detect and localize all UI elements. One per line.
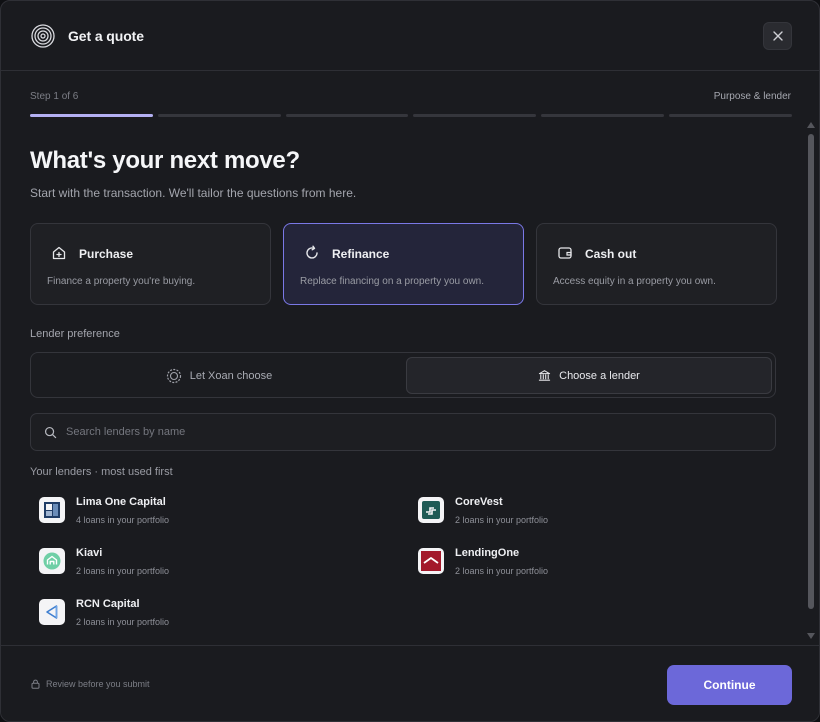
segment-label: Let Xoan choose: [189, 369, 273, 382]
page-heading: What's your next move?: [30, 147, 300, 174]
choose-a-lender-button[interactable]: Choose a lender: [406, 357, 772, 394]
lock-icon: [31, 679, 40, 689]
lender-item-rcn-capital[interactable]: RCN Capital 2 loans in your portfolio: [30, 596, 330, 632]
option-description: Replace financing on a property you own.: [300, 276, 485, 287]
option-description: Finance a property you're buying.: [47, 276, 196, 287]
wallet-icon: [558, 247, 572, 259]
sparkle-ring-icon: [166, 368, 181, 383]
lima-one-logo-icon: [39, 497, 65, 523]
lender-preference-label: Lender preference: [30, 328, 120, 340]
progress-segment: [541, 114, 665, 117]
progress-segment: [30, 114, 153, 117]
lender-search: [30, 413, 776, 451]
search-input[interactable]: [66, 414, 766, 450]
option-title: Refinance: [332, 247, 390, 261]
let-xoan-choose-button[interactable]: Let Xoan choose: [35, 357, 403, 394]
lender-name: CoreVest: [455, 496, 503, 508]
refresh-icon: [306, 245, 318, 259]
progress-segment: [669, 114, 792, 117]
lender-name: RCN Capital: [76, 598, 140, 610]
continue-button[interactable]: Continue: [667, 665, 792, 705]
kiavi-logo-icon: [39, 548, 65, 574]
progress-segment: [285, 114, 409, 117]
option-title: Purchase: [79, 247, 134, 261]
search-icon: [44, 426, 57, 439]
option-title: Cash out: [585, 247, 637, 261]
progress-segment: [413, 114, 537, 117]
lender-loan-count: 2 loans in your portfolio: [455, 515, 549, 525]
close-button[interactable]: [763, 22, 792, 50]
house-plus-icon: [52, 246, 66, 260]
scrollbar-thumb[interactable]: [808, 134, 814, 609]
lender-loan-count: 2 loans in your portfolio: [76, 617, 170, 627]
lender-preference-toggle: Let Xoan choose Choose a lender: [30, 352, 776, 398]
modal-footer: Review before you submit Continue: [1, 645, 819, 721]
quote-modal: Get a quote Step 1 of 6 Purpose & lender…: [0, 0, 820, 722]
lender-name: Lima One Capital: [76, 496, 166, 508]
option-card-refinance[interactable]: Refinance Replace financing on a propert…: [283, 223, 524, 305]
segment-label: Choose a lender: [559, 369, 640, 382]
option-description: Access equity in a property you own.: [553, 276, 716, 287]
concentric-rings-logo-icon: [31, 24, 55, 48]
rcn-capital-logo-icon: [39, 599, 65, 625]
lender-item-lima-one-capital[interactable]: Lima One Capital 4 loans in your portfol…: [30, 494, 330, 530]
step-counter: Step 1 of 6: [30, 91, 79, 102]
review-note: Review before you submit: [31, 679, 150, 689]
bank-icon: [538, 370, 551, 381]
lender-name: Kiavi: [76, 547, 103, 559]
lender-item-lendingone[interactable]: LendingOne 2 loans in your portfolio: [409, 545, 709, 581]
step-progress-bar: [30, 114, 792, 117]
lender-loan-count: 2 loans in your portfolio: [76, 566, 170, 576]
lender-loan-count: 4 loans in your portfolio: [76, 515, 170, 525]
lender-item-kiavi[interactable]: Kiavi 2 loans in your portfolio: [30, 545, 330, 581]
progress-segment: [157, 114, 281, 117]
lendingone-logo-icon: [418, 548, 444, 574]
lender-loan-count: 2 loans in your portfolio: [455, 566, 549, 576]
lender-item-corevest[interactable]: CoreVest 2 loans in your portfolio: [409, 494, 709, 530]
corevest-logo-icon: [418, 497, 444, 523]
step-name: Purpose & lender: [713, 91, 791, 102]
review-note-text: Review before you submit: [46, 679, 150, 689]
option-card-cash-out[interactable]: Cash out Access equity in a property you…: [536, 223, 777, 305]
scroll-down-arrow[interactable]: [807, 633, 815, 639]
scroll-up-arrow[interactable]: [807, 122, 815, 128]
lender-name: LendingOne: [455, 547, 520, 559]
lenders-list-label: Your lenders · most used first: [30, 466, 173, 478]
modal-title: Get a quote: [68, 28, 144, 44]
page-subtitle: Start with the transaction. We'll tailor…: [30, 186, 357, 200]
modal-header: Get a quote: [1, 1, 819, 71]
close-icon: [772, 31, 783, 41]
option-card-purchase[interactable]: Purchase Finance a property you're buyin…: [30, 223, 271, 305]
